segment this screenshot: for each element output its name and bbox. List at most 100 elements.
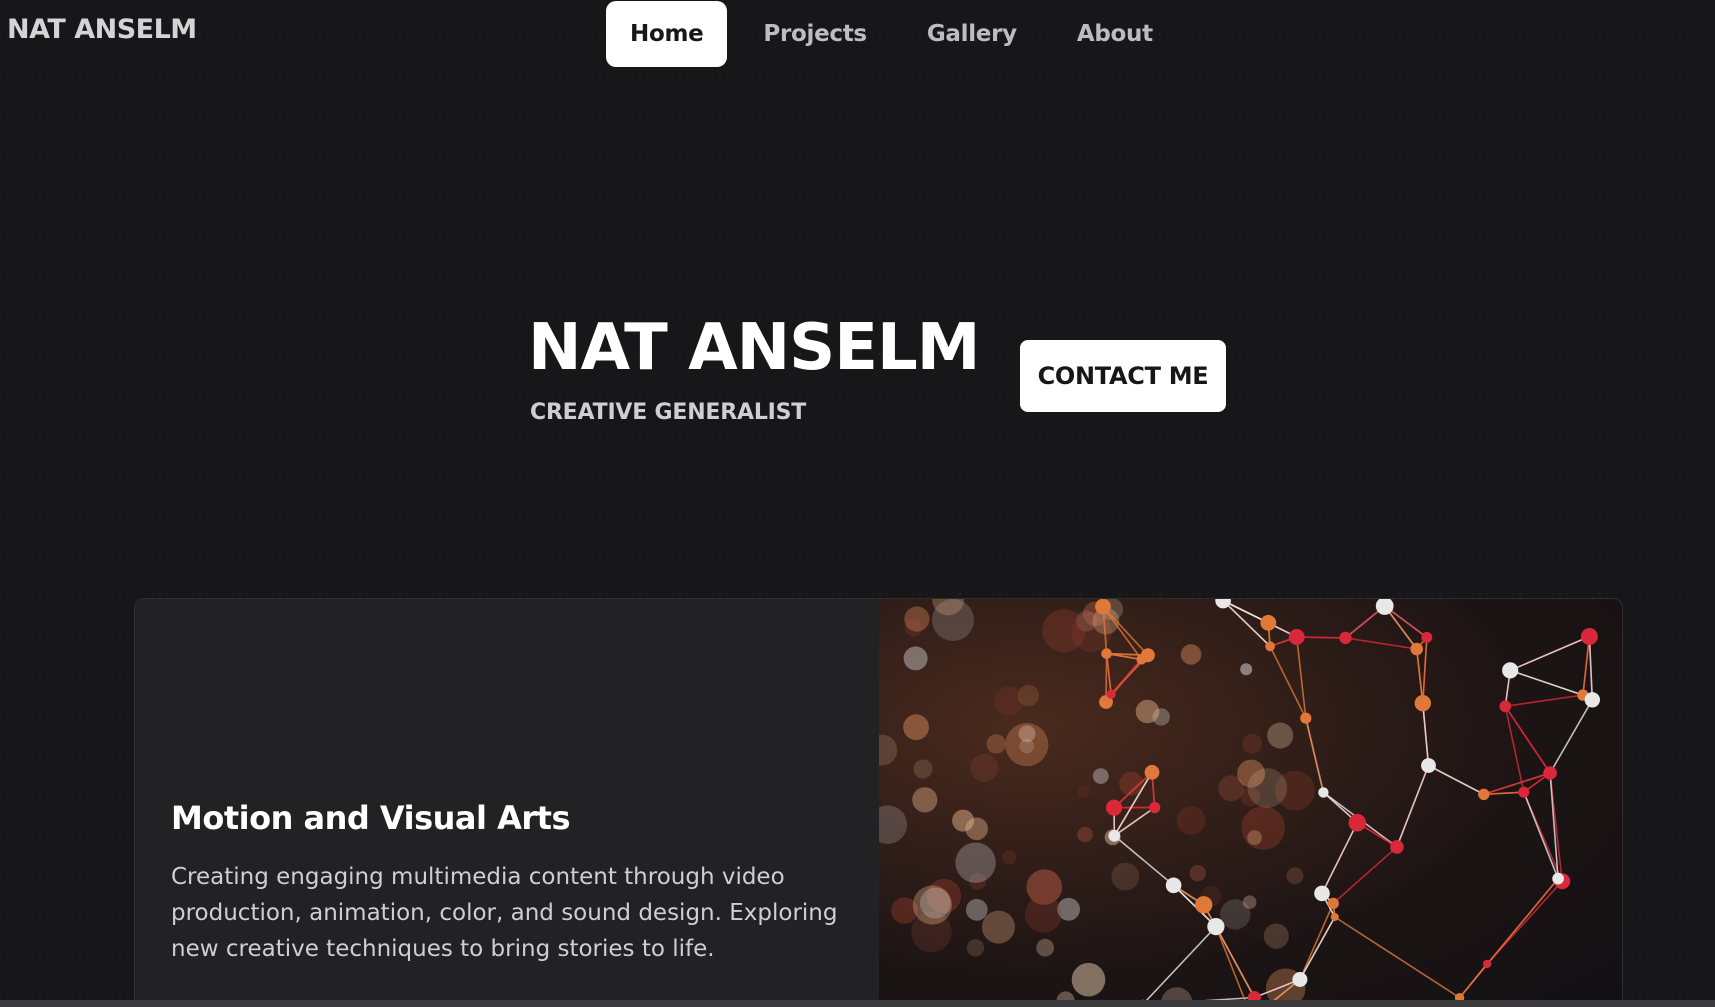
network-edge xyxy=(1222,599,1298,638)
network-node xyxy=(1314,885,1330,902)
network-node xyxy=(1165,877,1182,894)
network-edge xyxy=(1110,658,1143,695)
network-node xyxy=(1265,641,1275,652)
bokeh-dot xyxy=(1240,663,1253,676)
feature-card[interactable]: Motion and Visual Arts Creating engaging… xyxy=(134,598,1623,1007)
network-edge xyxy=(1428,764,1485,796)
network-node xyxy=(1292,972,1308,987)
main-nav: Home Projects Gallery About xyxy=(606,1,1177,67)
network-edge xyxy=(1422,703,1430,766)
network-node xyxy=(1482,959,1492,969)
network-edge xyxy=(1105,653,1112,695)
hero-title: NAT ANSELM xyxy=(528,311,980,385)
bokeh-dot xyxy=(1092,768,1109,784)
bokeh-dot xyxy=(986,734,1006,754)
network-edge xyxy=(1422,637,1428,704)
network-node xyxy=(1149,801,1161,814)
feature-title: Motion and Visual Arts xyxy=(171,799,571,837)
network-node xyxy=(1095,599,1111,615)
bokeh-dot xyxy=(904,618,923,637)
nav-gallery[interactable]: Gallery xyxy=(903,1,1041,67)
network-edge xyxy=(1105,653,1108,703)
network-node xyxy=(1552,872,1564,885)
bokeh-dot xyxy=(1247,830,1262,846)
network-node xyxy=(1288,629,1305,645)
network-node xyxy=(1339,631,1352,645)
bokeh-dot xyxy=(1267,722,1294,749)
network-node xyxy=(1108,829,1121,842)
network-node xyxy=(1195,896,1213,914)
bokeh-dot xyxy=(919,887,951,919)
bokeh-dot xyxy=(1176,806,1206,835)
contact-button[interactable]: CONTACT ME xyxy=(1020,340,1226,412)
network-node xyxy=(1410,642,1423,656)
bokeh-dot xyxy=(1263,923,1289,949)
network-edge xyxy=(1505,694,1584,708)
bokeh-dot xyxy=(982,910,1015,944)
network-edge xyxy=(1588,636,1594,700)
network-edge xyxy=(1299,916,1336,980)
network-edge xyxy=(1483,772,1551,796)
bokeh-dot xyxy=(955,842,996,883)
feature-description: Creating engaging multimedia content thr… xyxy=(171,864,838,962)
network-edge xyxy=(1321,822,1359,894)
bokeh-dot xyxy=(912,787,938,813)
network-edge xyxy=(1215,926,1249,1007)
network-edge xyxy=(1332,846,1398,904)
bottom-scroll-edge xyxy=(0,1000,1715,1007)
network-node xyxy=(1543,766,1557,780)
network-graphic xyxy=(879,599,1600,1007)
bokeh-dot xyxy=(879,805,908,844)
bokeh-dot xyxy=(1220,899,1251,930)
network-node xyxy=(1106,689,1116,699)
hero-subtitle: CREATIVE GENERALIST xyxy=(530,400,807,425)
network-abstract-image xyxy=(879,599,1622,1007)
nav-about[interactable]: About xyxy=(1053,1,1177,67)
nav-projects[interactable]: Projects xyxy=(739,1,890,67)
bokeh-dot xyxy=(913,759,933,779)
network-node xyxy=(1327,897,1339,909)
network-node xyxy=(1421,631,1433,643)
bokeh-dot xyxy=(1024,895,1062,933)
bokeh-dot xyxy=(1135,699,1160,724)
bokeh-dot xyxy=(1111,862,1140,891)
bokeh-dot xyxy=(1241,806,1285,850)
network-node xyxy=(1499,700,1512,713)
bokeh-dot xyxy=(1286,867,1304,885)
bokeh-dot xyxy=(1242,733,1263,754)
bokeh-dot xyxy=(903,646,928,671)
network-node xyxy=(1144,764,1160,780)
bokeh-dot xyxy=(879,734,898,766)
bokeh-dot xyxy=(1077,826,1093,843)
brand-logo[interactable]: NAT ANSELM xyxy=(7,14,197,45)
nav-home[interactable]: Home xyxy=(606,1,728,67)
bokeh-dot xyxy=(1071,962,1106,997)
network-node xyxy=(1478,788,1490,800)
network-node xyxy=(1318,787,1329,798)
bokeh-dot xyxy=(966,939,985,957)
bokeh-dot xyxy=(952,809,975,832)
network-node xyxy=(1260,614,1277,631)
bokeh-dot xyxy=(1189,865,1206,882)
network-edge xyxy=(1396,765,1430,848)
network-edge xyxy=(1345,637,1417,650)
network-node xyxy=(1101,648,1112,659)
network-node xyxy=(1390,840,1404,854)
network-node xyxy=(1348,813,1367,832)
network-edge xyxy=(1334,916,1461,999)
network-node xyxy=(1330,913,1339,921)
network-node xyxy=(1502,662,1519,679)
network-edge xyxy=(1295,636,1307,719)
bokeh-dot xyxy=(1247,768,1288,808)
network-edge xyxy=(1299,903,1335,980)
network-node xyxy=(1207,918,1225,936)
network-node xyxy=(1414,695,1431,712)
network-edge xyxy=(1582,636,1591,696)
bokeh-dot xyxy=(970,753,999,783)
feature-text: Motion and Visual Arts Creating engaging… xyxy=(171,799,851,967)
network-node xyxy=(1140,648,1155,663)
network-node xyxy=(1106,799,1123,816)
network-edge xyxy=(1509,669,1584,696)
bokeh-dot xyxy=(965,898,988,921)
bokeh-dot xyxy=(1042,609,1086,653)
